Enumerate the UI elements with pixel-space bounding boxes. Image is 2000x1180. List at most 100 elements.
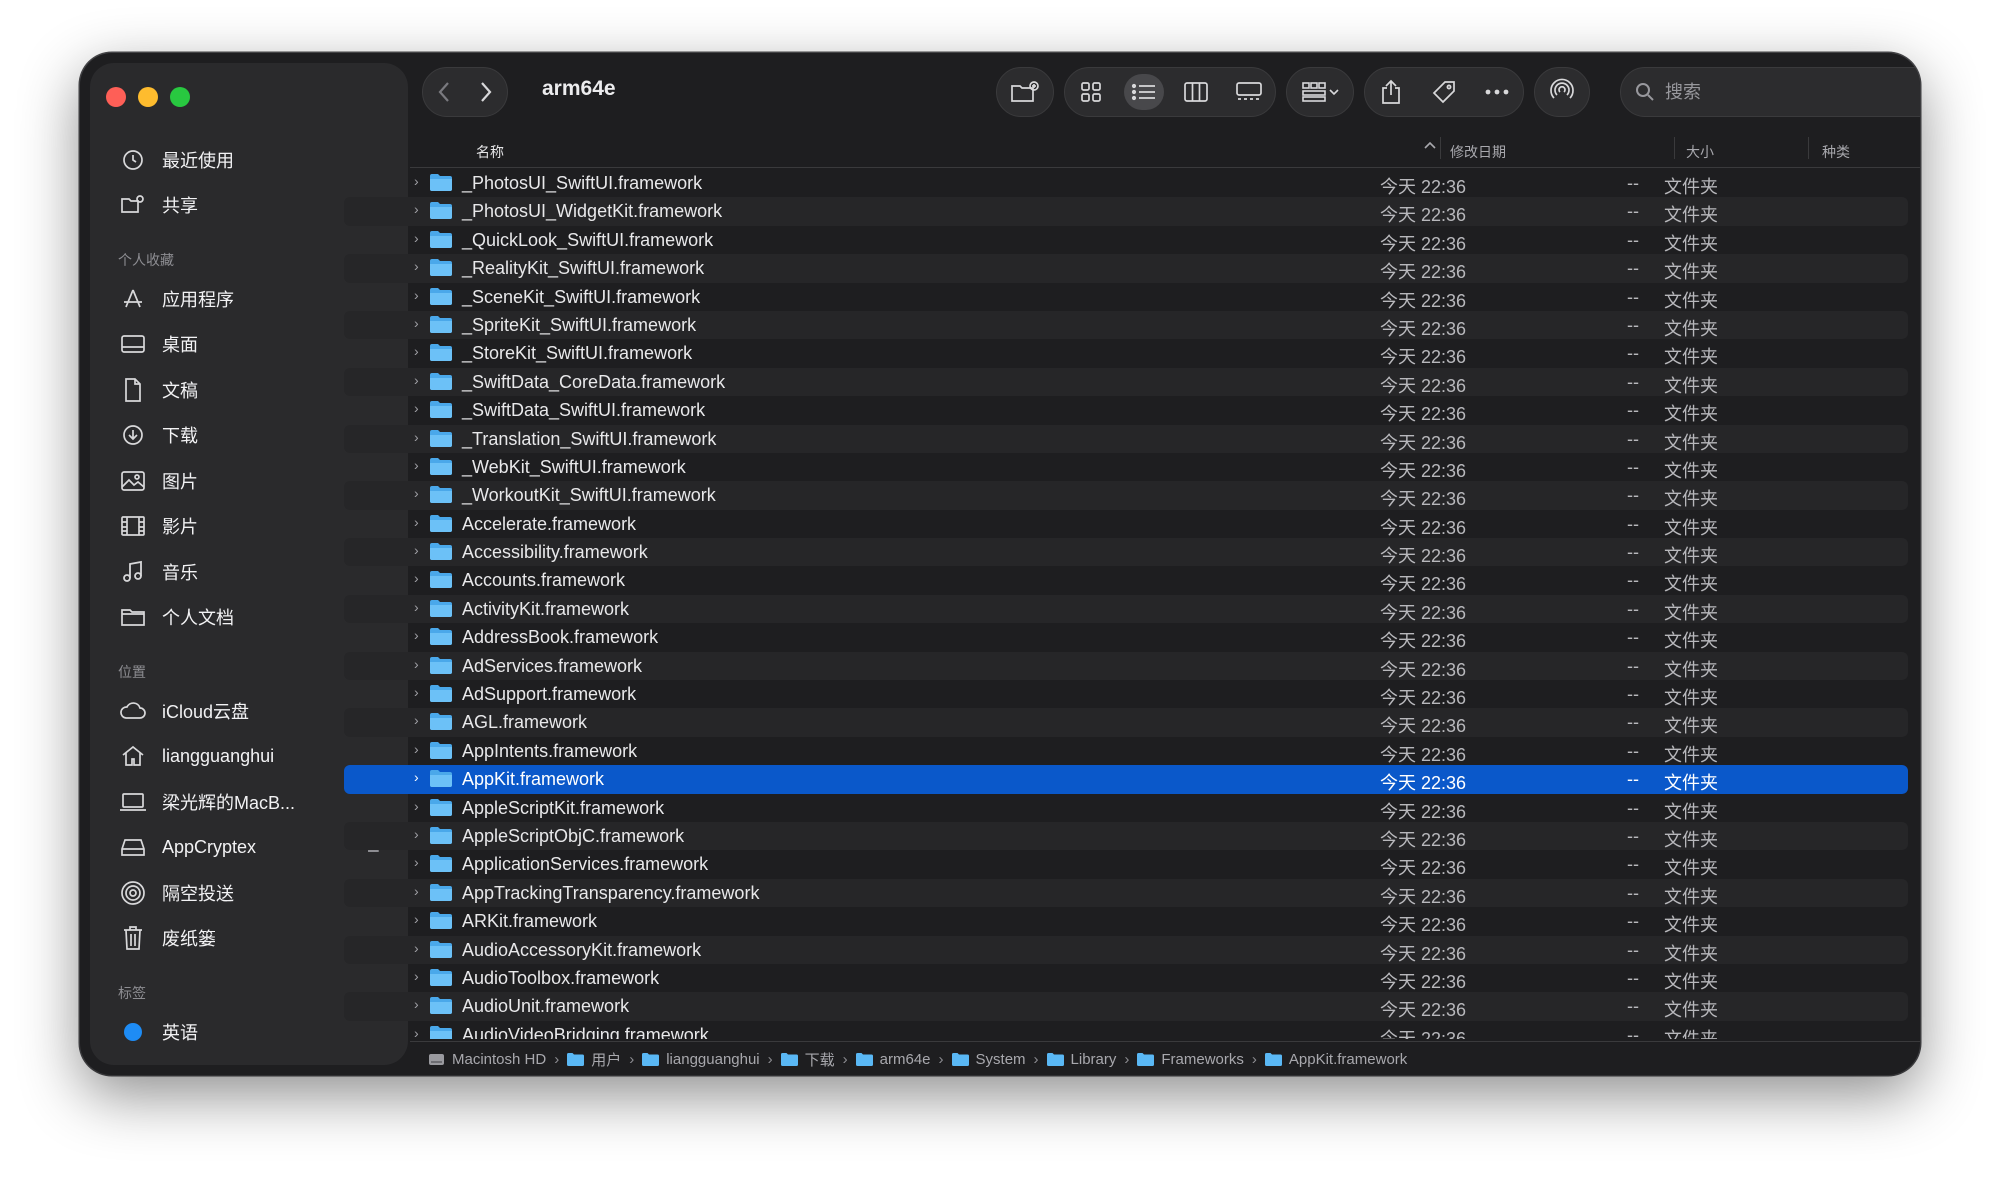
minimize-button[interactable] xyxy=(138,87,158,107)
disclosure-chevron-icon[interactable]: › xyxy=(414,485,419,501)
path-crumb[interactable]: Frameworks › xyxy=(1137,1051,1265,1068)
table-row[interactable]: › AdSupport.framework 今天 22:36 -- 文件夹 xyxy=(344,680,1908,708)
more-icon[interactable] xyxy=(1477,74,1517,110)
disclosure-chevron-icon[interactable]: › xyxy=(414,315,419,331)
disclosure-chevron-icon[interactable]: › xyxy=(414,826,419,842)
disclosure-chevron-icon[interactable]: › xyxy=(414,173,419,189)
disclosure-chevron-icon[interactable]: › xyxy=(414,712,419,728)
table-row[interactable]: › _PhotosUI_WidgetKit.framework 今天 22:36 --… xyxy=(344,197,1908,226)
column-view-button[interactable] xyxy=(1176,74,1216,110)
table-row[interactable]: › AdServices.framework 今天 22:36 -- 文件夹 xyxy=(344,651,1908,681)
sort-ascending-icon[interactable] xyxy=(1423,138,1437,155)
path-crumb[interactable]: liangguanghui › xyxy=(642,1051,780,1068)
disclosure-chevron-icon[interactable]: › xyxy=(414,769,419,785)
disclosure-chevron-icon[interactable]: › xyxy=(414,287,419,303)
group-by-group xyxy=(1286,67,1354,117)
disclosure-chevron-icon[interactable]: › xyxy=(414,854,419,870)
zoom-button[interactable] xyxy=(170,87,190,107)
disclosure-chevron-icon[interactable]: › xyxy=(414,542,419,558)
gallery-view-button[interactable] xyxy=(1229,74,1269,110)
table-row[interactable]: › ActivityKit.framework 今天 22:36 -- 文件夹 xyxy=(344,594,1908,624)
disclosure-chevron-icon[interactable]: › xyxy=(414,429,419,445)
table-row[interactable]: › _WebKit_SwiftUI.framework 今天 22:36 -- 文件夹 xyxy=(344,453,1908,481)
disclosure-chevron-icon[interactable]: › xyxy=(414,457,419,473)
table-row[interactable]: › _SpriteKit_SwiftUI.framework 今天 22:36 -- 文… xyxy=(344,310,1908,340)
path-crumb[interactable]: Library › xyxy=(1046,1051,1138,1068)
table-row[interactable]: › _RealityKit_SwiftUI.framework 今天 22:36 --… xyxy=(344,254,1908,283)
forward-button[interactable] xyxy=(466,74,506,110)
table-row[interactable]: › AddressBook.framework 今天 22:36 -- 文件夹 xyxy=(344,623,1908,651)
path-crumb[interactable]: System › xyxy=(951,1051,1047,1068)
path-crumb[interactable]: arm64e › xyxy=(855,1051,952,1068)
path-crumb[interactable]: 下载 › xyxy=(780,1049,856,1070)
disclosure-chevron-icon[interactable]: › xyxy=(414,883,419,899)
column-size-header[interactable]: 大小 xyxy=(1686,142,1714,162)
table-row[interactable]: › AppleScriptObjC.framework 今天 22:36 -- 文件夹 xyxy=(344,821,1908,851)
disclosure-chevron-icon[interactable]: › xyxy=(414,684,419,700)
search-input[interactable] xyxy=(1663,80,1920,104)
table-row[interactable]: › AppleScriptKit.framework 今天 22:36 -- 文件夹 xyxy=(344,794,1908,822)
table-row[interactable]: › _WorkoutKit_SwiftUI.framework 今天 22:36 --… xyxy=(344,481,1908,510)
table-row-selected[interactable]: › AppKit.framework 今天 22:36 -- 文件夹 xyxy=(344,765,1908,794)
search-field[interactable] xyxy=(1620,67,1920,117)
disclosure-chevron-icon[interactable]: › xyxy=(414,940,419,956)
new-folder-button[interactable] xyxy=(1005,74,1045,110)
disclosure-chevron-icon[interactable]: › xyxy=(414,372,419,388)
column-divider[interactable] xyxy=(1808,137,1809,159)
back-button[interactable] xyxy=(424,74,464,110)
sidebar-tag-red[interactable]: 红色 xyxy=(90,1055,408,1066)
table-row[interactable]: › AudioVideoBridging.framework 今天 22:36 -- 文… xyxy=(344,1021,1908,1039)
table-row[interactable]: › AudioUnit.framework 今天 22:36 -- 文件夹 xyxy=(344,992,1908,1021)
disclosure-chevron-icon[interactable]: › xyxy=(414,627,419,643)
disclosure-chevron-icon[interactable]: › xyxy=(414,599,419,615)
close-button[interactable] xyxy=(106,87,126,107)
table-row[interactable]: › AudioAccessoryKit.framework 今天 22:36 -- 文件… xyxy=(344,935,1908,964)
folder-icon xyxy=(1264,1052,1289,1066)
group-by-button[interactable] xyxy=(1293,74,1347,110)
disclosure-chevron-icon[interactable]: › xyxy=(414,911,419,927)
file-name: AdServices.framework xyxy=(462,655,643,676)
disclosure-chevron-icon[interactable]: › xyxy=(414,230,419,246)
table-row[interactable]: › Accessibility.framework 今天 22:36 -- 文件夹 xyxy=(344,538,1908,567)
table-row[interactable]: › AppTrackingTransparency.framework 今天 22:… xyxy=(344,878,1908,908)
column-name-header[interactable]: 名称 xyxy=(476,142,504,162)
disclosure-chevron-icon[interactable]: › xyxy=(414,798,419,814)
table-row[interactable]: › _QuickLook_SwiftUI.framework 今天 22:36 -- 文… xyxy=(344,226,1908,254)
disclosure-chevron-icon[interactable]: › xyxy=(414,258,419,274)
icon-view-button[interactable] xyxy=(1071,74,1111,110)
disclosure-chevron-icon[interactable]: › xyxy=(414,996,419,1012)
path-crumb[interactable]: 用户 › xyxy=(567,1049,642,1070)
disclosure-chevron-icon[interactable]: › xyxy=(414,1025,419,1039)
table-row[interactable]: › AudioToolbox.framework 今天 22:36 -- 文件夹 xyxy=(344,964,1908,992)
disclosure-chevron-icon[interactable]: › xyxy=(414,570,419,586)
disclosure-chevron-icon[interactable]: › xyxy=(414,400,419,416)
table-row[interactable]: › _SceneKit_SwiftUI.framework 今天 22:36 -- 文件… xyxy=(344,283,1908,311)
disclosure-chevron-icon[interactable]: › xyxy=(414,741,419,757)
table-row[interactable]: › _Translation_SwiftUI.framework 今天 22:36 -… xyxy=(344,424,1908,453)
table-row[interactable]: › Accelerate.framework 今天 22:36 -- 文件夹 xyxy=(344,510,1908,538)
table-row[interactable]: › _SwiftData_CoreData.framework 今天 22:36 --… xyxy=(344,367,1908,397)
table-row[interactable]: › AppIntents.framework 今天 22:36 -- 文件夹 xyxy=(344,737,1908,765)
column-divider[interactable] xyxy=(1674,137,1675,159)
table-row[interactable]: › ARKit.framework 今天 22:36 -- 文件夹 xyxy=(344,907,1908,935)
list-view-button[interactable] xyxy=(1123,74,1164,110)
table-row[interactable]: › _SwiftData_SwiftUI.framework 今天 22:36 -- 文… xyxy=(344,396,1908,424)
table-row[interactable]: › AGL.framework 今天 22:36 -- 文件夹 xyxy=(344,708,1908,737)
disclosure-chevron-icon[interactable]: › xyxy=(414,968,419,984)
table-row[interactable]: › ApplicationServices.framework 今天 22:36 --… xyxy=(344,850,1908,878)
column-divider[interactable] xyxy=(1440,137,1441,159)
disclosure-chevron-icon[interactable]: › xyxy=(414,343,419,359)
airdrop-button[interactable] xyxy=(1542,74,1582,110)
table-row[interactable]: › _PhotosUI_SwiftUI.framework 今天 22:36 -- 文件… xyxy=(344,169,1908,197)
tag-button[interactable] xyxy=(1424,74,1464,110)
disclosure-chevron-icon[interactable]: › xyxy=(414,201,419,217)
disclosure-chevron-icon[interactable]: › xyxy=(414,656,419,672)
table-row[interactable]: › Accounts.framework 今天 22:36 -- 文件夹 xyxy=(344,566,1908,594)
path-crumb[interactable]: Macintosh HD › xyxy=(428,1051,567,1068)
disclosure-chevron-icon[interactable]: › xyxy=(414,514,419,530)
path-crumb[interactable]: AppKit.framework xyxy=(1264,1051,1407,1068)
column-date-header[interactable]: 修改日期 xyxy=(1450,142,1506,162)
table-row[interactable]: › _StoreKit_SwiftUI.framework 今天 22:36 -- 文件… xyxy=(344,339,1908,367)
share-button[interactable] xyxy=(1371,74,1411,110)
column-kind-header[interactable]: 种类 xyxy=(1822,142,1850,162)
